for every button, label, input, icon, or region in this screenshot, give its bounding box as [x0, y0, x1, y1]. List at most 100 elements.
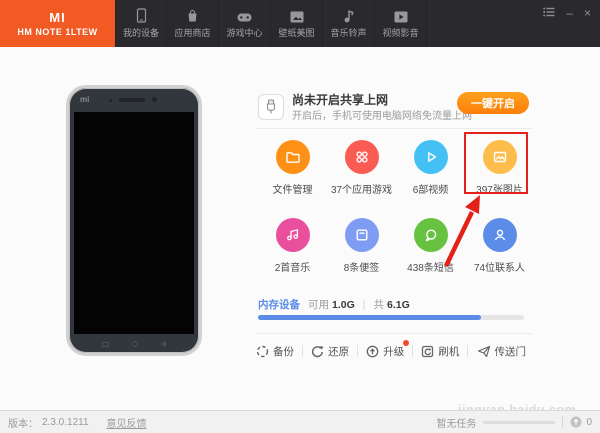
total-value: 6.1G [387, 299, 410, 311]
sms-icon [422, 226, 440, 244]
storage-separator: | [363, 299, 366, 311]
toolbar-divider [357, 345, 358, 357]
device-name: HM NOTE 1LTEW [17, 27, 97, 37]
grid-item-label: 37个应用游戏 [331, 181, 392, 196]
upload-circle-icon [570, 416, 582, 428]
feedback-link[interactable]: 意见反馈 [107, 415, 147, 430]
upgrade-button[interactable]: 升级 [366, 344, 404, 359]
flash-icon [421, 345, 434, 358]
share-title: 尚未开启共享上网 [292, 91, 388, 108]
phone-mi-logo: mi [80, 95, 89, 104]
memo-icon [353, 226, 371, 244]
tab-label: 应用商店 [174, 26, 210, 39]
close-button[interactable]: × [584, 8, 591, 18]
task-status-area: 暂无任务 0 [436, 415, 592, 430]
minimize-button[interactable]: – [566, 8, 573, 18]
restore-icon [311, 345, 324, 358]
task-counter-button[interactable]: 0 [570, 416, 592, 428]
title-bar: MI HM NOTE 1LTEW 我的设备 应用商店 游戏中心 壁纸美图 [0, 0, 600, 47]
divider [256, 333, 532, 334]
play-icon [422, 148, 440, 166]
phone-screen [74, 112, 194, 334]
total-label: 共 [374, 297, 385, 312]
version-info: 版本： 2.3.0.1211 意见反馈 [8, 415, 147, 430]
flash-rom-button[interactable]: 刷机 [421, 344, 459, 359]
divider [256, 128, 532, 129]
store-icon [186, 8, 199, 23]
window-controls: – × [543, 7, 591, 18]
grid-item-memos[interactable]: 8条便签 [327, 218, 396, 274]
available-value: 1.0G [332, 299, 355, 311]
tab-label: 游戏中心 [226, 26, 262, 39]
phone-home-key [132, 341, 138, 347]
storage-progress-fill [258, 315, 481, 320]
grid-item-contacts[interactable]: 74位联系人 [465, 218, 534, 274]
status-bar: 版本： 2.3.0.1211 意见反馈 暂无任务 0 [0, 410, 600, 433]
device-icon [135, 8, 148, 23]
phone-sensor [109, 99, 112, 102]
task-count: 0 [586, 417, 592, 428]
portal-icon [477, 345, 491, 358]
backup-icon [256, 345, 269, 358]
phone-preview: mi [66, 85, 202, 356]
upgrade-badge [403, 340, 409, 346]
tab-label: 我的设备 [123, 26, 159, 39]
grid-item-label: 8条便签 [344, 259, 380, 274]
apps-icon [353, 148, 371, 166]
grid-item-apps[interactable]: 37个应用游戏 [327, 140, 396, 196]
grid-item-label: 6部视频 [413, 181, 449, 196]
tab-wallpapers[interactable]: 壁纸美图 [271, 0, 323, 47]
available-label: 可用 [308, 297, 329, 312]
tab-app-store[interactable]: 应用商店 [167, 0, 219, 47]
grid-item-label: 文件管理 [273, 181, 313, 196]
task-progress-track [483, 421, 555, 424]
task-status-text: 暂无任务 [436, 415, 476, 430]
wallpaper-icon [290, 8, 304, 23]
toolbar-divider [302, 345, 303, 357]
tab-videos[interactable]: 视频影音 [375, 0, 427, 47]
toolbar-divider [412, 345, 413, 357]
storage-label: 内存设备 [258, 297, 300, 312]
grid-item-videos[interactable]: 6部视频 [396, 140, 465, 196]
phone-earpiece [119, 98, 145, 102]
highlight-box [464, 132, 528, 194]
portal-button[interactable]: 传送门 [477, 344, 527, 359]
statusbar-divider [562, 416, 563, 428]
tab-ringtones[interactable]: 音乐铃声 [323, 0, 375, 47]
tab-my-device[interactable]: 我的设备 [115, 0, 167, 47]
main-nav: 我的设备 应用商店 游戏中心 壁纸美图 音乐铃声 [115, 0, 427, 47]
action-toolbar: 备份 还原 升级 刷机 传送门 [256, 343, 526, 359]
grid-item-label: 2首音乐 [275, 259, 311, 274]
one-key-enable-button[interactable]: 一键开启 [457, 92, 529, 114]
grid-row-2: 2首音乐 8条便签 438条短信 74位联系人 [258, 218, 536, 274]
device-brand-block: MI HM NOTE 1LTEW [0, 0, 115, 47]
restore-button[interactable]: 还原 [311, 344, 349, 359]
tab-game-center[interactable]: 游戏中心 [219, 0, 271, 47]
toolbar-divider [467, 345, 468, 357]
phone-nav-buttons [69, 340, 199, 348]
game-icon [237, 8, 252, 23]
phone-menu-key [102, 342, 109, 347]
share-subtitle: 开启后，手机可使用电脑网络免流量上网 [292, 107, 472, 122]
contact-icon [491, 226, 509, 244]
tab-label: 视频影音 [382, 26, 418, 39]
backup-button[interactable]: 备份 [256, 344, 294, 359]
tab-label: 壁纸美图 [278, 26, 314, 39]
music-notes-icon [284, 226, 302, 244]
storage-progress-track [258, 315, 524, 320]
grid-item-files[interactable]: 文件管理 [258, 140, 327, 196]
ringtone-icon [343, 8, 355, 23]
grid-item-label: 438条短信 [407, 259, 454, 274]
phone-camera [152, 97, 157, 102]
usb-tether-iconbox [258, 94, 284, 120]
version-value: 2.3.0.1211 [42, 417, 89, 428]
mi-logo: MI [49, 10, 65, 25]
upgrade-icon [366, 345, 379, 358]
grid-item-music[interactable]: 2首音乐 [258, 218, 327, 274]
tab-label: 音乐铃声 [330, 26, 366, 39]
video-icon [394, 8, 408, 23]
phone-back-key [161, 341, 166, 347]
grid-item-sms[interactable]: 438条短信 [396, 218, 465, 274]
tasklist-icon[interactable] [543, 7, 555, 18]
storage-summary: 内存设备 可用 1.0G | 共 6.1G [258, 297, 410, 312]
